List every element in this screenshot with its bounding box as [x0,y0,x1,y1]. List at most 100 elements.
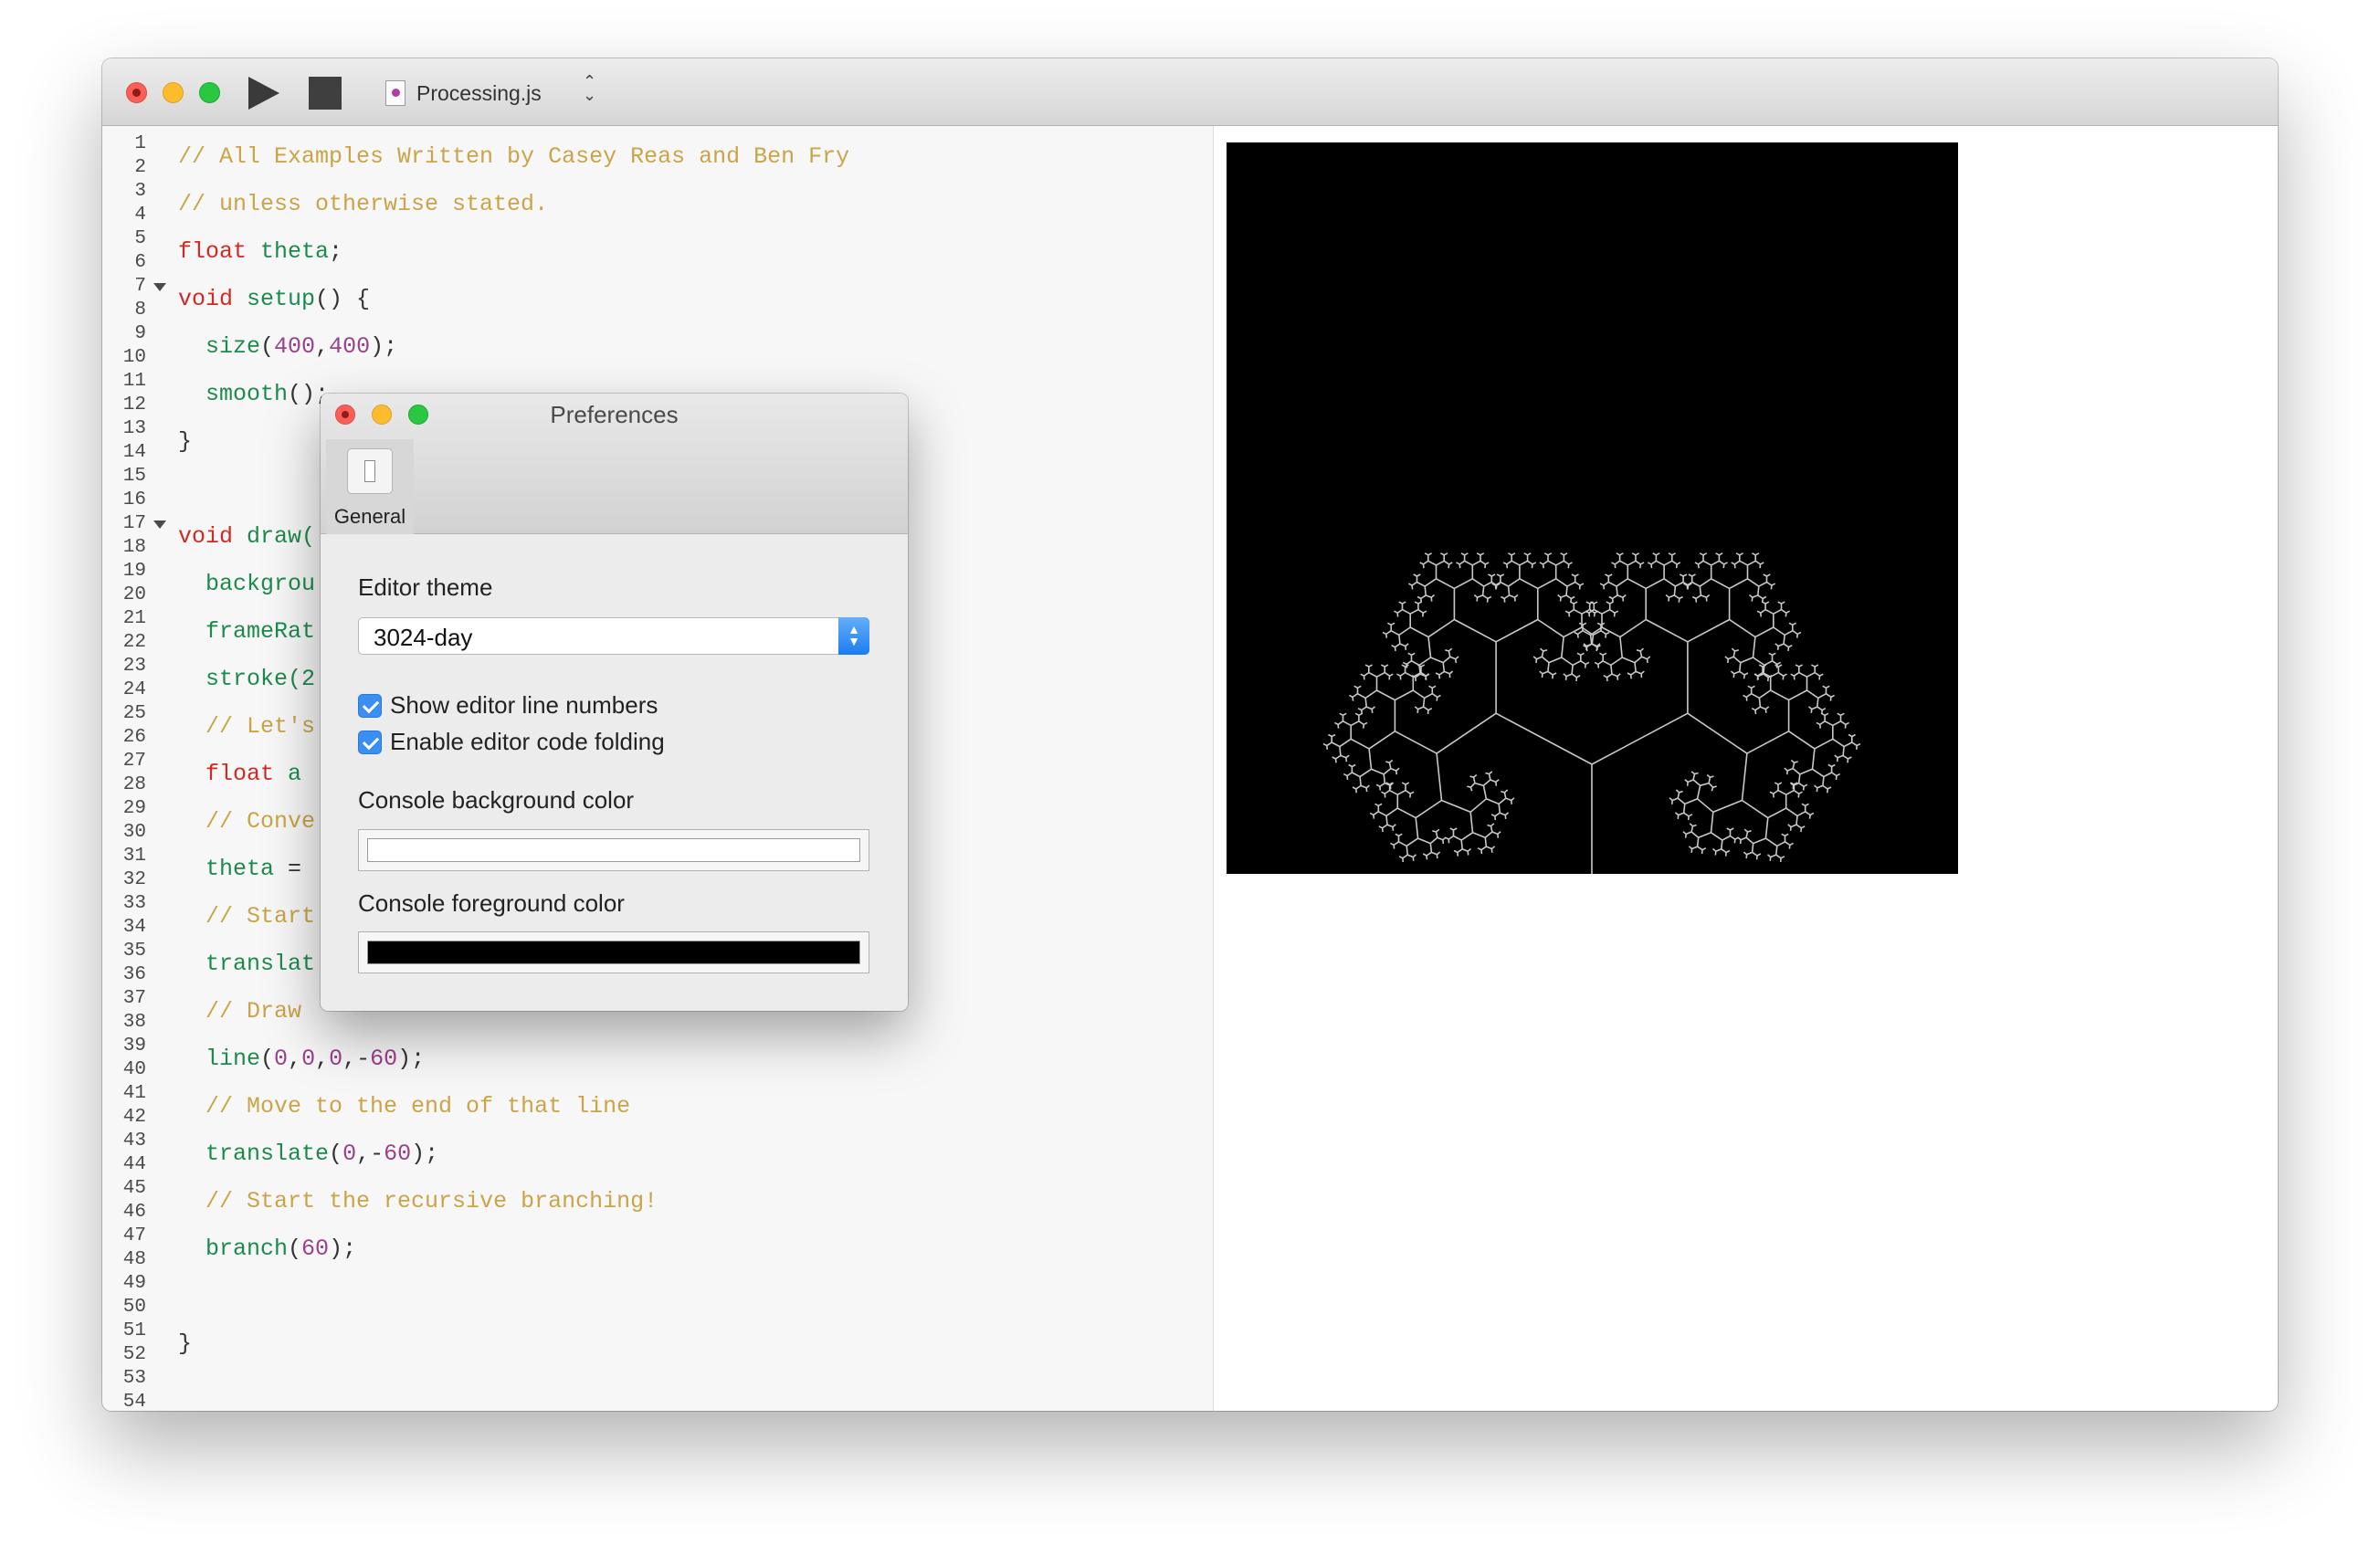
code-line[interactable] [178,1368,849,1411]
editor-theme-label: Editor theme [358,573,493,601]
tree-branch [1796,634,1798,638]
tree-branch [1808,815,1811,819]
tree-branch [1769,791,1774,794]
tree-branch [1845,721,1849,726]
editor-theme-select[interactable]: 3024-day ▲ ▼ [358,617,869,655]
code-token: void [178,523,234,550]
tree-branch [1731,562,1735,565]
tree-branch [1539,647,1544,652]
tree-branch [1416,595,1422,600]
tree-branch [1375,783,1381,788]
tree-branch [1798,664,1803,668]
line-number: 37 [122,988,146,1009]
run-icon[interactable] [248,77,279,110]
tree-branch [1797,773,1801,783]
tree-branch [1483,581,1492,587]
tab-general[interactable]: General [326,439,414,534]
show-line-numbers-label[interactable]: Show editor line numbers [390,691,658,720]
code-folding-label[interactable]: Enable editor code folding [390,728,665,756]
minimize-window-button[interactable] [163,82,184,103]
tree-branch [1495,618,1539,643]
tree-branch [1371,768,1385,775]
code-line[interactable]: } [178,1320,849,1368]
tree-branch [1340,754,1347,759]
code-line[interactable]: void setup() { [178,276,849,323]
tree-branch [1788,644,1793,648]
tree-branch [1766,854,1772,858]
line-number: 43 [122,1130,146,1151]
tree-branch [1773,608,1782,615]
tree-branch [1561,636,1564,658]
show-line-numbers-checkbox[interactable] [358,694,382,718]
tree-branch [1767,807,1787,819]
tree-branch [1663,578,1676,587]
code-token: ); [329,1235,357,1262]
chevron-updown-icon[interactable]: ▲ ▼ [838,617,869,655]
tree-branch [1698,832,1711,839]
tree-branch [1405,643,1409,647]
code-folding-checkbox[interactable] [358,731,382,754]
tree-branch [1768,652,1773,657]
code-line[interactable]: // Start the recursive branching! [178,1178,849,1225]
tree-branch [1788,622,1794,626]
tree-branch [1469,783,1476,788]
tree-branch [1543,649,1548,652]
tree-branch [1696,837,1700,847]
tree-branch [1509,594,1515,599]
tree-branch [1461,848,1469,853]
close-window-button[interactable] [126,82,147,103]
tree-branch [1752,552,1756,556]
tree-branch [1565,594,1572,600]
tree-branch [1406,854,1414,858]
tree-branch [1394,647,1396,652]
tree-branch [1832,720,1841,727]
tree-branch [1652,552,1657,556]
tree-branch [1706,773,1711,778]
code-line[interactable]: translate(0,-60); [178,1130,849,1178]
code-line[interactable]: size(400,400); [178,323,849,371]
console-bg-color-well[interactable] [358,829,869,871]
code-line[interactable]: float theta; [178,228,849,276]
line-number: 20 [122,584,146,605]
tree-branch [1801,803,1806,807]
tree-branch [1385,807,1398,817]
tree-branch [1358,712,1363,717]
tree-branch [1418,657,1431,667]
code-line[interactable]: line(0,0,0,-60); [178,1036,849,1083]
tree-branch [1469,775,1474,778]
tree-branch [1417,601,1422,605]
tree-branch [1480,560,1486,565]
tree-branch [1608,595,1613,600]
tree-branch [1422,610,1427,614]
tree-branch [1417,706,1424,710]
code-line[interactable]: branch(60); [178,1225,849,1273]
tree-branch [1561,657,1574,667]
code-token: ( [329,1141,343,1167]
mode-selector-chevrons-icon[interactable]: ⌃ ⌄ [583,73,596,103]
pane-divider[interactable] [1213,126,1214,1411]
stop-icon[interactable] [309,77,342,110]
code-line[interactable]: // All Examples Written by Casey Reas an… [178,133,849,181]
line-number: 36 [122,964,146,985]
tree-branch [1790,759,1796,763]
tree-branch [1488,573,1492,577]
tree-branch [1688,814,1693,817]
tree-branch [1420,664,1426,668]
tree-branch [1819,720,1826,726]
code-line[interactable]: // unless otherwise stated. [178,181,849,228]
tree-branch [1429,843,1433,853]
code-line[interactable]: // Move to the end of that line [178,1083,849,1130]
fold-toggle-icon[interactable] [153,283,166,291]
console-fg-color-well[interactable] [358,931,869,973]
tree-branch [1605,573,1609,577]
mode-selector-label[interactable]: Processing.js [416,81,542,106]
fold-toggle-icon[interactable] [153,520,166,529]
code-line[interactable] [178,1273,849,1320]
zoom-window-button[interactable] [199,82,220,103]
tree-branch [1784,767,1788,772]
tree-branch [1453,827,1458,831]
tree-branch [1502,562,1508,565]
tree-branch [1673,586,1677,595]
tree-branch [1337,720,1343,726]
